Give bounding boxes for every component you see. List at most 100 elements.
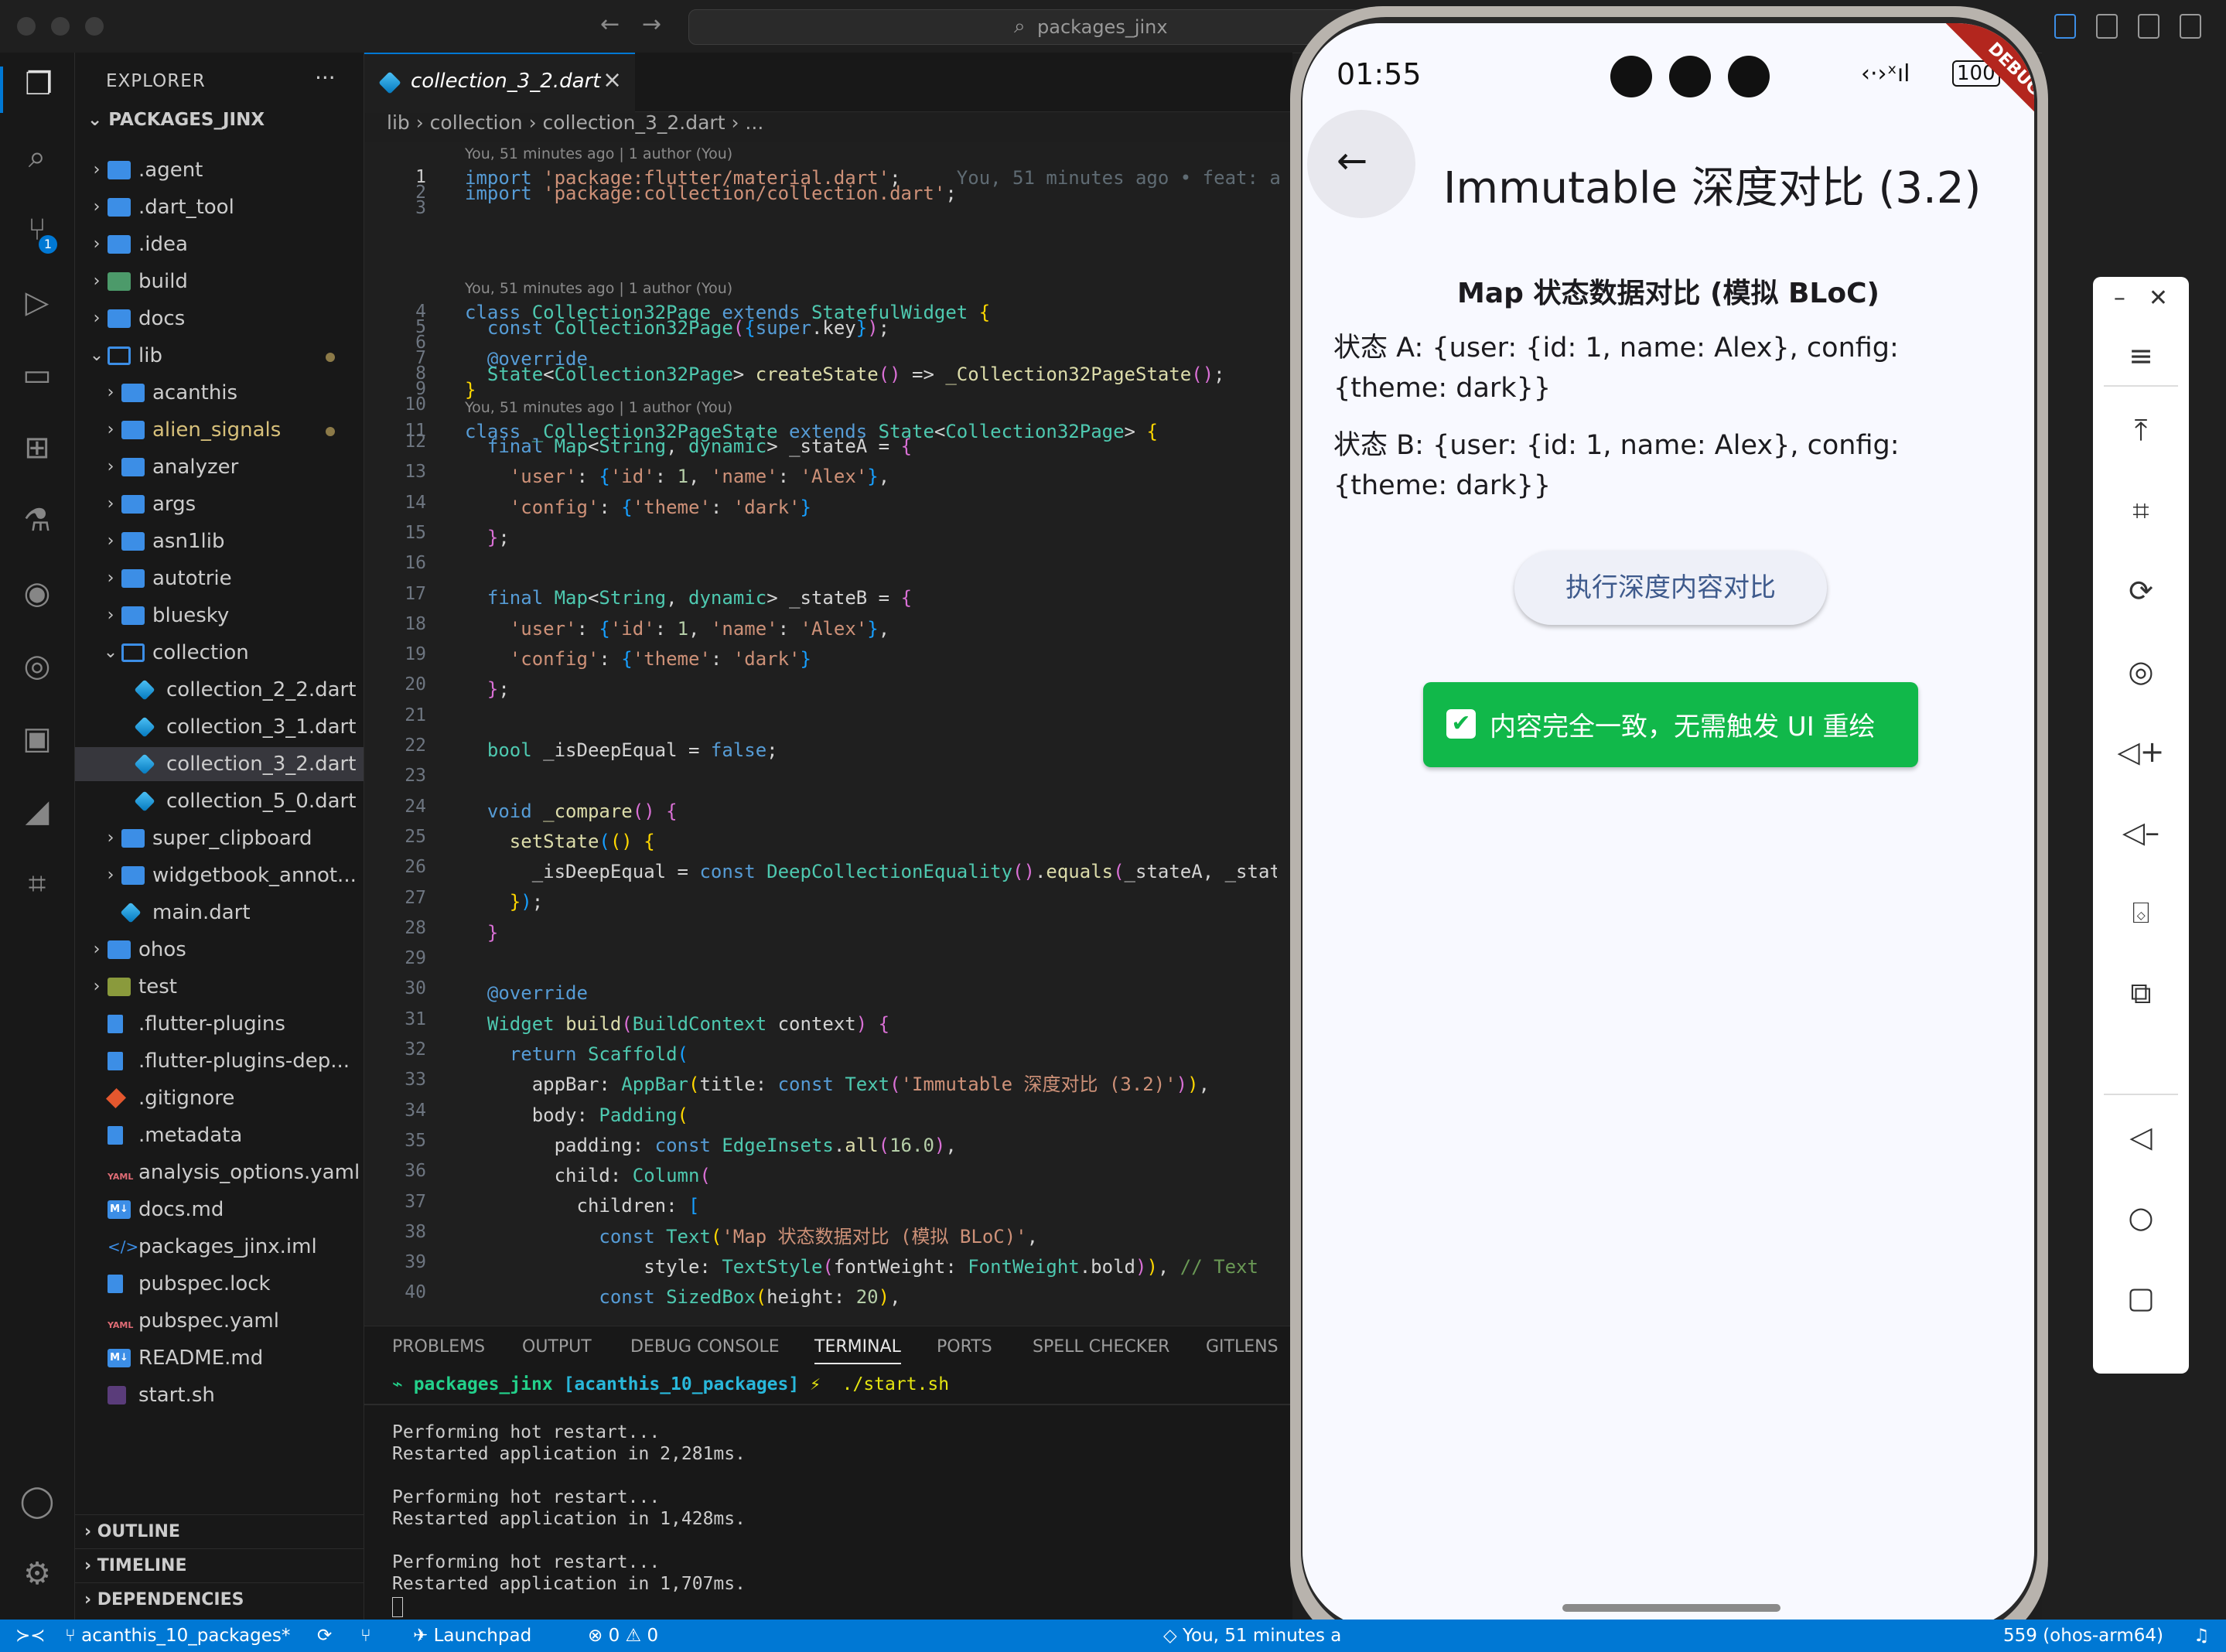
tree-item[interactable]: start.sh [75,1378,364,1412]
tree-item[interactable]: .gitignore [75,1081,364,1115]
pin-top-icon[interactable]: ⤒ [2093,413,2189,448]
run-debug-icon[interactable]: ▷ [0,285,74,331]
tab-gitlens[interactable]: GITLENS [1206,1337,1279,1357]
tab-problems[interactable]: PROBLEMS [392,1337,485,1357]
record-icon[interactable]: ◎ [2093,654,2189,688]
toggle-sidebar-icon[interactable] [2096,14,2118,39]
account-icon[interactable]: ◯ [0,1483,74,1530]
sync-icon[interactable]: ⟳ [317,1626,332,1646]
deep-compare-button[interactable]: 执行深度内容对比 [1514,551,1827,625]
git-branch[interactable]: ⑂ acanthis_10_packages* [65,1626,290,1646]
package-icon[interactable]: ▣ [0,721,74,767]
home-nav-icon[interactable]: ○ [2093,1200,2189,1234]
home-indicator[interactable] [1562,1604,1780,1612]
workspace-root[interactable]: ⌄ PACKAGES_JINX [87,110,265,130]
tree-item[interactable]: › bluesky [75,599,364,633]
tree-item[interactable]: › super_clipboard [75,821,364,855]
tab-spell-checker[interactable]: SPELL CHECKER [1033,1337,1169,1357]
search-icon[interactable]: ⌕ [0,139,74,186]
tree-item[interactable]: main.dart [75,896,364,930]
breadcrumb-lib[interactable]: lib [387,111,410,134]
codelens-author[interactable]: You, 51 minutes ago | 1 author (You) [465,399,732,416]
recents-nav-icon[interactable]: ▢ [2093,1281,2189,1315]
screenshot-crop-icon[interactable]: ⌗ [2093,493,2189,528]
tab-terminal[interactable]: TERMINAL [814,1337,901,1364]
tree-item[interactable]: › build [75,265,364,299]
extensions-icon[interactable]: ⊞ [0,430,74,476]
tree-item[interactable]: pubspec.lock [75,1267,364,1301]
tree-item[interactable]: YAML analysis_options.yaml [75,1155,364,1190]
tab-ports[interactable]: PORTS [937,1337,992,1357]
back-nav-icon[interactable]: ◁ [2093,1120,2189,1154]
toggle-panel-icon[interactable] [2138,14,2159,39]
tree-item[interactable]: › .idea [75,227,364,261]
breadcrumb-symbol[interactable]: ... [745,111,763,134]
terminal-prompt[interactable]: ⌁ packages_jinx [acanthis_10_packages] ⚡… [392,1374,949,1394]
tree-item[interactable]: collection_2_2.dart [75,673,364,707]
launchpad-button[interactable]: ✈ Launchpad [413,1626,531,1646]
tree-item[interactable]: collection_3_2.dart [75,747,364,781]
tree-item[interactable]: collection_5_0.dart [75,784,364,818]
back-arrow-icon[interactable]: ← [600,11,620,38]
codelens-author[interactable]: You, 51 minutes ago | 1 author (You) [465,280,732,297]
tree-item[interactable]: › acanthis [75,376,364,410]
breadcrumb-file[interactable]: collection_3_2.dart [543,111,725,134]
gitlens-icon[interactable]: ◉ [0,575,74,622]
zoom-window-button[interactable] [85,17,104,36]
remote-icon[interactable]: ≻≺ [15,1626,46,1646]
tree-item[interactable]: .flutter-plugins [75,1007,364,1041]
tree-item[interactable]: › alien_signals [75,413,364,447]
menu-icon[interactable]: ≡ [2093,339,2189,373]
blame-status[interactable]: ◇ You, 51 minutes a [1163,1626,1341,1646]
breadcrumb-collection[interactable]: collection [430,111,523,134]
codelens-author[interactable]: You, 51 minutes ago | 1 author (You) [465,145,732,162]
tree-item[interactable]: M↓ docs.md [75,1193,364,1227]
tab-output[interactable]: OUTPUT [522,1337,592,1357]
rotate-device-icon[interactable]: ⌺ [2093,896,2189,930]
tree-item[interactable]: › test [75,970,364,1004]
tree-item[interactable]: › args [75,487,364,521]
settings-gear-icon[interactable]: ⚙ [0,1556,74,1603]
layout-icon[interactable] [2054,14,2076,39]
tree-item[interactable]: › analyzer [75,450,364,484]
minimize-window-button[interactable] [51,17,70,36]
volume-up-icon[interactable]: ◁+ [2093,735,2189,769]
tree-item[interactable]: M↓ README.md [75,1341,364,1375]
command-center-search[interactable]: ⌕ packages_jinx [688,9,1386,45]
tree-item[interactable]: › autotrie [75,561,364,596]
dependencies-section[interactable]: › DEPENDENCIES [75,1582,364,1617]
source-control-icon[interactable]: ⑂ 1 [0,212,74,258]
tree-item[interactable]: YAML pubspec.yaml [75,1304,364,1338]
tab-close-icon[interactable]: × [603,67,622,94]
tree-item[interactable]: › .agent [75,153,364,187]
tree-item[interactable]: › asn1lib [75,524,364,558]
forward-arrow-icon[interactable]: → [642,11,661,38]
tree-item[interactable]: › widgetbook_annot... [75,858,364,893]
tree-item[interactable]: </> packages_jinx.iml [75,1230,364,1264]
timeline-section[interactable]: › TIMELINE [75,1548,364,1583]
explorer-more-button[interactable]: ··· [315,65,336,90]
explorer-icon[interactable]: ❐ [0,67,74,113]
tree-item[interactable]: .metadata [75,1118,364,1152]
notifications-icon[interactable]: ♫ [2194,1626,2210,1646]
close-window-button[interactable] [17,17,36,36]
rotate-icon[interactable]: ⟳ [2093,574,2189,608]
device-selector[interactable]: 559 (ohos-arm64) [2003,1626,2163,1646]
git-graph-icon[interactable]: ◎ [0,648,74,695]
tree-item[interactable]: ⌄ collection [75,636,364,670]
flutter-icon[interactable]: ◢ [0,794,74,840]
minimize-emulator-icon[interactable]: – ✕ [2093,285,2189,312]
scan-icon[interactable]: ⌗ [0,866,74,913]
graph-icon[interactable]: ⑂ [360,1626,371,1646]
testing-icon[interactable]: ⚗ [0,503,74,549]
tree-item[interactable]: › docs [75,302,364,336]
toggle-secondary-sidebar-icon[interactable] [2180,14,2201,39]
tree-item[interactable]: .flutter-plugins-dep... [75,1044,364,1078]
volume-down-icon[interactable]: ◁– [2093,815,2189,849]
tree-item[interactable]: › .dart_tool [75,190,364,224]
tab-collection-3-2[interactable]: collection_3_2.dart × [364,53,635,113]
remote-explorer-icon[interactable]: ▭ [0,357,74,404]
tree-item[interactable]: › ohos [75,933,364,967]
problems-indicator[interactable]: ⊗ 0 ⚠ 0 [588,1626,658,1646]
tree-item[interactable]: ⌄ lib [75,339,364,373]
